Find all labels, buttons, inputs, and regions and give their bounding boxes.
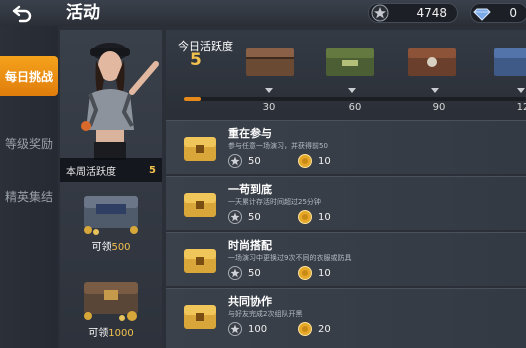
weekly-reward-2-label: 可领1000 [88,324,133,339]
task-description: 一天累计存活时间超过25分钟 [228,198,321,206]
task-points-reward: 100 [228,322,267,336]
merit-star-icon [228,210,242,224]
milestone-chest-4[interactable] [488,44,526,80]
milestone-label: 60 [348,102,362,113]
coin-value: 10 [318,155,331,167]
task-name: 共同协作 [228,295,272,308]
task-description: 参与任意一场演习，并获得前50 [228,142,328,150]
task-name: 一苟到底 [228,183,272,196]
page-title: 活动 [66,3,100,23]
top-bar: 活动 4748 0 [0,0,526,26]
treasure-chest-icon [84,196,138,235]
task-coin-reward: 10 [298,210,331,224]
reward-amount: 1000 [108,328,134,339]
back-button[interactable] [6,3,38,25]
reward-prefix: 可领 [88,328,109,339]
treasure-chest-icon [184,249,216,273]
reward-prefix: 可领 [91,242,112,253]
gold-coin-icon [298,322,312,336]
milestone-label: 30 [262,102,276,113]
milestone-label: 90 [432,102,446,113]
task-row[interactable]: 时尚搭配 一场演习中更换过9次不同的衣服或防具 50 10 [166,232,526,286]
daily-activity-label: 今日活跃度 [178,40,233,53]
merit-star-icon [228,322,242,336]
milestone-chest-1[interactable] [240,44,300,80]
tab-level-rewards[interactable]: 等级奖励 [0,123,58,163]
merit-value: 4748 [416,6,447,20]
reward-amount: 500 [111,242,131,253]
task-points-reward: 50 [228,210,261,224]
coin-value: 20 [318,323,331,335]
coin-value: 10 [318,267,331,279]
task-points-reward: 50 [228,154,261,168]
task-description: 与好友完成2次组队开黑 [228,310,303,318]
treasure-chest-icon [184,305,216,329]
task-name: 时尚搭配 [228,239,272,252]
weekly-reward-2[interactable]: 可领1000 [64,276,158,346]
weekly-reward-1[interactable]: 可领500 [64,190,158,260]
gold-coin-icon [298,210,312,224]
task-name: 重在参与 [228,127,272,140]
task-coin-reward: 10 [298,154,331,168]
task-row[interactable]: 共同协作 与好友完成2次组队开黑 100 20 [166,288,526,348]
treasure-chest-icon [84,282,138,321]
task-coin-reward: 20 [298,322,331,336]
task-row[interactable]: 一苟到底 一天累计存活时间超过25分钟 50 10 [166,176,526,230]
milestone-chest-3[interactable] [402,44,462,80]
weekly-activity-bar: 本周活跃度 5 [60,158,162,182]
points-value: 100 [248,323,268,335]
tab-daily-challenge[interactable]: 每日挑战 [0,56,58,96]
gold-coin-icon [298,266,312,280]
milestone-label: 12 [516,102,526,113]
points-value: 50 [248,267,261,279]
coin-value: 10 [318,211,331,223]
weekly-reward-1-label: 可领500 [91,238,130,253]
merit-star-icon [228,266,242,280]
diamond-counter: 0 [470,3,526,23]
points-value: 50 [248,211,261,223]
milestone-marker [348,88,356,93]
merit-counter: 4748 [368,3,458,23]
milestone-marker [431,88,439,93]
task-row[interactable]: 重在参与 参与任意一场演习，并获得前50 50 10 [166,120,526,174]
weekly-activity-value: 5 [149,164,156,176]
treasure-chest-icon [184,193,216,217]
milestone-marker [265,88,273,93]
progress-fill [184,97,202,101]
daily-activity-value: 5 [190,50,202,70]
daily-activity-progress [184,97,526,101]
merit-star-icon [228,154,242,168]
diamond-icon [473,4,491,22]
character-portrait [81,43,159,160]
back-arrow-icon [12,5,32,23]
weekly-activity-label: 本周活跃度 [66,166,116,178]
points-value: 50 [248,155,261,167]
task-description: 一场演习中更换过9次不同的衣服或防具 [228,254,352,262]
task-points-reward: 50 [228,266,261,280]
milestone-chest-2[interactable] [320,44,380,80]
merit-star-icon [371,4,389,22]
gold-coin-icon [298,154,312,168]
tab-elite-gathering[interactable]: 精英集结 [0,176,58,216]
diamond-value: 0 [509,6,517,20]
task-coin-reward: 10 [298,266,331,280]
treasure-chest-icon [184,137,216,161]
milestone-marker [517,88,525,93]
side-tabs: 每日挑战 等级奖励 精英集结 [0,26,58,348]
